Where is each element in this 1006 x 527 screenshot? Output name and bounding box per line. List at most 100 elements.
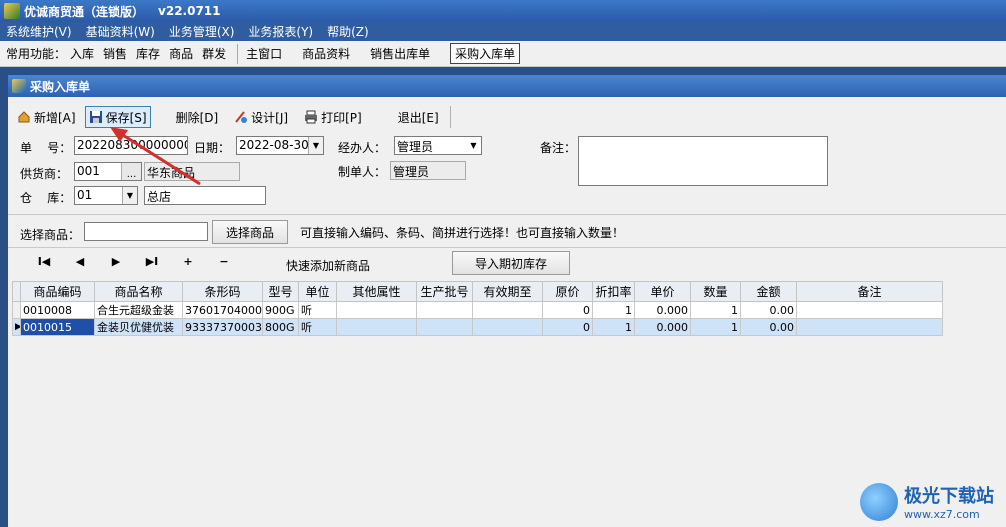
table-cell[interactable]	[796, 318, 943, 336]
table-cell[interactable]: 听	[298, 318, 337, 336]
table-cell[interactable]	[336, 318, 417, 336]
quick-bar: 常用功能： 入库 销售 库存 商品 群发 主窗口 商品资料 销售出库单 采购入库…	[0, 41, 1006, 67]
quick-add-goods-link[interactable]: 快速添加新商品	[286, 257, 370, 274]
table-cell[interactable]: 800G	[262, 318, 299, 336]
quick-item-stockin[interactable]: 入库	[70, 45, 94, 62]
table-cell[interactable]: 0.000	[634, 318, 691, 336]
exit-button[interactable]: 退出[E]	[395, 106, 442, 128]
col-header[interactable]: 其他属性	[336, 281, 417, 302]
import-initial-stock-button[interactable]: 导入期初库存	[452, 251, 570, 275]
col-header[interactable]: 原价	[542, 281, 593, 302]
col-header[interactable]: 商品名称	[94, 281, 183, 302]
col-header[interactable]: 型号	[262, 281, 299, 302]
col-header[interactable]: 有效期至	[472, 281, 543, 302]
table-cell[interactable]	[472, 301, 543, 319]
table-cell[interactable]: 0.000	[634, 301, 691, 319]
table-cell[interactable]	[416, 301, 473, 319]
grid-header: 商品编码 商品名称 条形码 型号 单位 其他属性 生产批号 有效期至 原价 折扣…	[12, 281, 943, 302]
table-row[interactable]: 0010008 合生元超级金装 376017040003 900G 听 0 1 …	[12, 301, 943, 319]
table-cell[interactable]: 0.00	[740, 301, 797, 319]
print-label: 打印[P]	[321, 110, 362, 125]
printer-icon	[304, 110, 318, 124]
table-cell[interactable]: 0010015	[20, 318, 95, 336]
purchase-window: 采购入库单 新增[A] 保存[S] 删除[D] 设计[J] 打印[P] 退出[E…	[8, 75, 1006, 527]
remark-textarea[interactable]	[578, 136, 828, 186]
select-divider	[8, 247, 1006, 248]
date-picker[interactable]: 2022-08-30 ▼	[236, 136, 324, 155]
order-no-field[interactable]: 2022083000000001	[74, 136, 188, 155]
remove-row-icon[interactable]: −	[206, 255, 242, 268]
quick-item-sales[interactable]: 销售	[103, 45, 127, 62]
handler-select[interactable]: 管理员 ▼	[394, 136, 482, 155]
menu-business[interactable]: 业务管理(X)	[169, 23, 235, 40]
table-cell[interactable]	[472, 318, 543, 336]
design-button[interactable]: 设计[J]	[231, 106, 291, 128]
menu-reports[interactable]: 业务报表(Y)	[248, 23, 313, 40]
browse-icon[interactable]: ...	[121, 163, 141, 180]
chevron-down-icon[interactable]: ▼	[308, 137, 323, 154]
table-cell[interactable]: 金装贝优健优装	[94, 318, 183, 336]
quick-item-broadcast[interactable]: 群发	[202, 45, 226, 62]
last-record-icon[interactable]: ▶I	[134, 255, 170, 268]
col-header[interactable]: 生产批号	[416, 281, 473, 302]
next-record-icon[interactable]: ▶	[98, 255, 134, 268]
delete-button[interactable]: 删除[D]	[173, 106, 222, 128]
col-header[interactable]: 备注	[796, 281, 943, 302]
table-cell[interactable]: 0.00	[740, 318, 797, 336]
table-cell[interactable]: 900G	[262, 301, 299, 319]
remark-label: 备注：	[540, 141, 577, 155]
menu-basic-data[interactable]: 基础资料(W)	[86, 23, 155, 40]
table-cell[interactable]	[796, 301, 943, 319]
table-cell[interactable]: 0010008	[20, 301, 95, 319]
window-tab-purchase-in[interactable]: 采购入库单	[450, 43, 521, 64]
window-tab-main[interactable]: 主窗口	[246, 45, 282, 62]
col-header[interactable]: 折扣率	[592, 281, 635, 302]
table-cell[interactable]: 0	[542, 301, 593, 319]
quick-item-goods[interactable]: 商品	[169, 45, 193, 62]
col-header[interactable]: 条形码	[182, 281, 263, 302]
col-header[interactable]: 金额	[740, 281, 797, 302]
table-cell[interactable]: 0	[542, 318, 593, 336]
table-cell[interactable]: 1	[592, 301, 635, 319]
window-tab-sales-out[interactable]: 销售出库单	[370, 45, 430, 62]
purchase-window-titlebar: 采购入库单	[8, 75, 1006, 97]
toolbar: 新增[A] 保存[S] 删除[D] 设计[J] 打印[P] 退出[E]	[8, 104, 1006, 130]
select-goods-button[interactable]: 选择商品	[212, 220, 288, 244]
col-header[interactable]: 数量	[690, 281, 741, 302]
print-button[interactable]: 打印[P]	[301, 106, 365, 128]
quick-item-inventory[interactable]: 库存	[136, 45, 160, 62]
warehouse-select[interactable]: 01 ▼	[74, 186, 138, 205]
table-cell[interactable]	[336, 301, 417, 319]
floppy-disk-icon	[89, 110, 103, 124]
window-tab-goods[interactable]: 商品资料	[302, 45, 350, 62]
table-cell[interactable]: 1	[690, 301, 741, 319]
col-header[interactable]: 单位	[298, 281, 337, 302]
save-label: 保存[S]	[105, 110, 147, 125]
save-button[interactable]: 保存[S]	[84, 106, 151, 128]
table-cell[interactable]: 合生元超级金装	[94, 301, 183, 319]
chevron-down-icon[interactable]: ▼	[466, 137, 481, 154]
new-button[interactable]: 新增[A]	[14, 106, 79, 128]
add-row-icon[interactable]: +	[170, 255, 206, 268]
warehouse-name-field: 总店	[144, 186, 266, 205]
first-record-icon[interactable]: I◀	[26, 255, 62, 268]
table-row[interactable]: ▶ 0010015 金装贝优健优装 933373700038 800G 听 0 …	[12, 318, 943, 336]
chevron-down-icon[interactable]: ▼	[122, 187, 137, 204]
col-header[interactable]: 商品编码	[20, 281, 95, 302]
warehouse-code: 01	[77, 188, 93, 202]
table-cell[interactable]	[416, 318, 473, 336]
select-goods-input[interactable]	[84, 222, 208, 241]
prev-record-icon[interactable]: ◀	[62, 255, 98, 268]
supplier-code-field[interactable]: 001 ...	[74, 162, 142, 181]
watermark-url: www.xz7.com	[904, 508, 980, 521]
col-header[interactable]: 单价	[634, 281, 691, 302]
table-cell[interactable]: 听	[298, 301, 337, 319]
select-goods-label: 选择商品：	[20, 228, 81, 242]
menu-system[interactable]: 系统维护(V)	[6, 23, 72, 40]
table-cell[interactable]: 1	[690, 318, 741, 336]
supplier-name-field: 华东商品	[144, 162, 240, 181]
table-cell[interactable]: 933373700038	[182, 318, 263, 336]
table-cell[interactable]: 376017040003	[182, 301, 263, 319]
table-cell[interactable]: 1	[592, 318, 635, 336]
menu-help[interactable]: 帮助(Z)	[327, 23, 369, 40]
